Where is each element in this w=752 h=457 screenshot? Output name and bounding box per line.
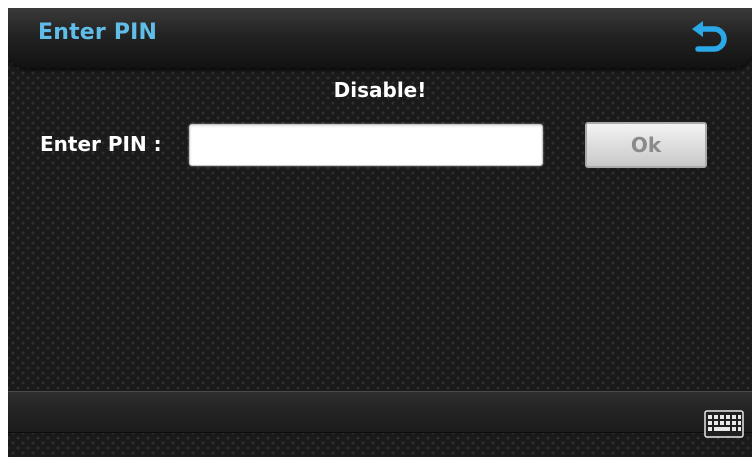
keyboard-icon <box>704 410 744 438</box>
title-bar: Enter PIN <box>8 8 752 68</box>
pin-label: Enter PIN : <box>40 132 162 156</box>
back-arrow-icon <box>692 21 727 52</box>
pin-screen: Enter PIN Disable! Enter PIN : Ok <box>8 8 752 457</box>
keyboard-button[interactable] <box>704 408 744 440</box>
status-message: Disable! <box>333 78 427 102</box>
ok-button[interactable]: Ok <box>585 122 707 168</box>
back-button[interactable] <box>688 18 730 60</box>
page-title: Enter PIN <box>38 20 158 45</box>
bottom-bar <box>8 391 752 433</box>
pin-input[interactable] <box>189 124 543 166</box>
